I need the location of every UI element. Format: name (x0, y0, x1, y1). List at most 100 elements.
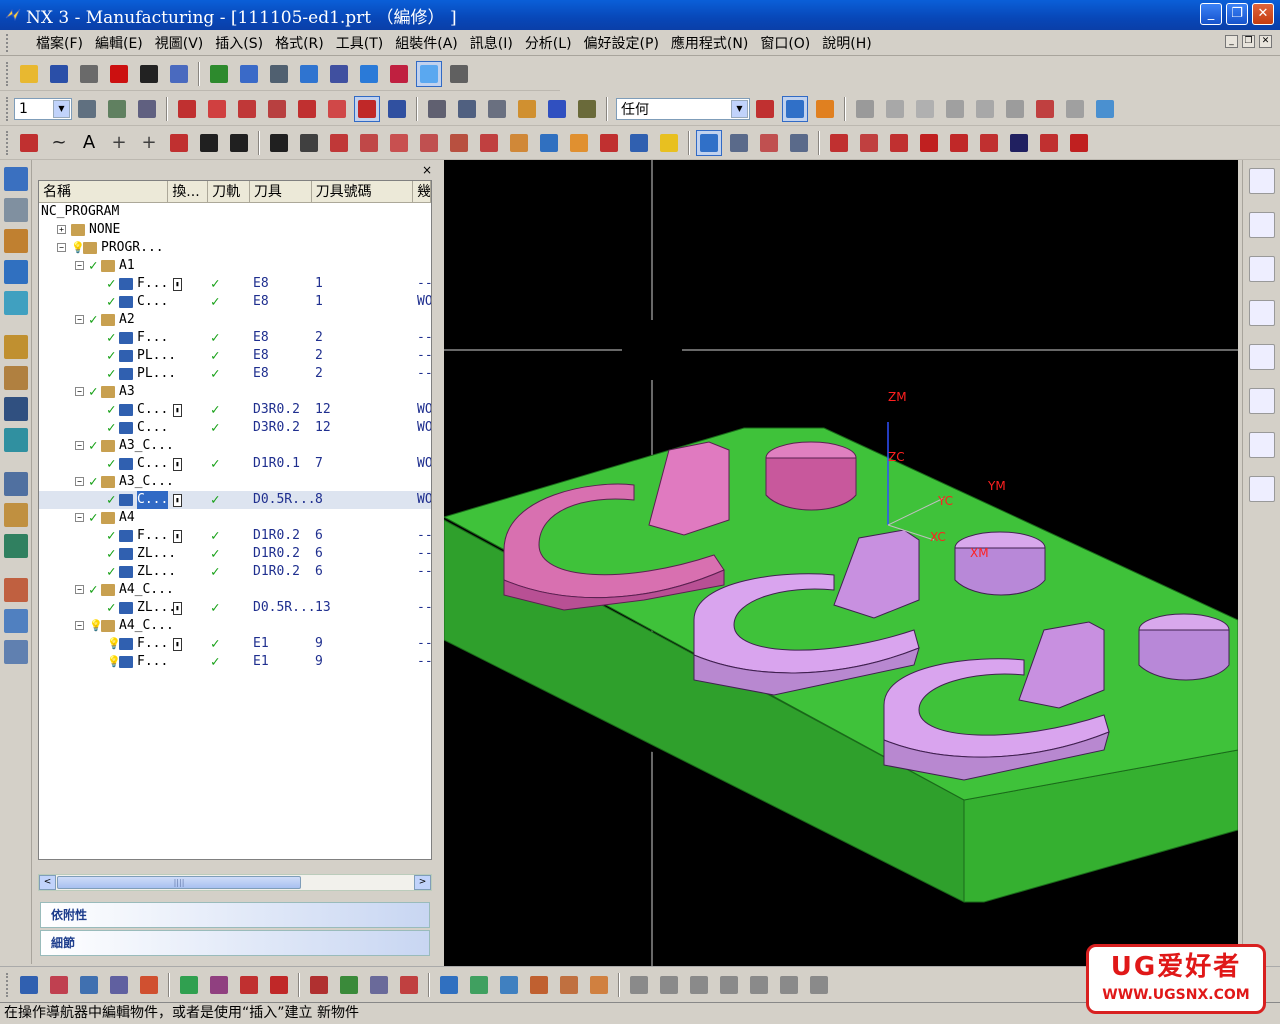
yellow-arrow-button[interactable] (656, 130, 682, 156)
menu-item-9[interactable]: 偏好設定(P) (578, 33, 665, 53)
tree-row[interactable]: − 💡 PROGR... (39, 239, 431, 257)
layer-select[interactable]: 1 ▼ (14, 97, 72, 120)
op-nav-view-icon[interactable] (4, 291, 28, 315)
toolbar-grip[interactable] (6, 61, 10, 86)
part-nav-button[interactable] (424, 96, 450, 122)
sim-button[interactable] (586, 972, 612, 998)
close-button[interactable]: ✕ (1252, 3, 1274, 25)
collapse-icon[interactable]: − (75, 513, 84, 522)
tree-row[interactable]: − ✓ A3_C... (39, 473, 431, 491)
points-button[interactable]: + (136, 130, 162, 156)
arc-button[interactable] (942, 96, 968, 122)
wcs-origin-button[interactable] (174, 96, 200, 122)
curve2-button[interactable] (686, 972, 712, 998)
helix-button[interactable] (296, 130, 322, 156)
mdi-minimize-button[interactable]: _ (1225, 35, 1238, 48)
verify-button[interactable] (236, 972, 262, 998)
rect-button[interactable] (196, 130, 222, 156)
display-object-icon[interactable] (4, 428, 28, 452)
smooth-button[interactable] (1006, 130, 1032, 156)
menu-item-6[interactable]: 組裝件(A) (389, 33, 464, 53)
menu-item-11[interactable]: 窗口(O) (754, 33, 816, 53)
cube-button[interactable] (1092, 96, 1118, 122)
tree-row[interactable]: NC_PROGRAM (39, 203, 431, 221)
point-button[interactable] (882, 96, 908, 122)
menu-item-7[interactable]: 訊息(I) (464, 33, 519, 53)
repeat-button[interactable] (166, 61, 192, 87)
replay-button[interactable] (206, 972, 232, 998)
shop-doc-button[interactable] (306, 972, 332, 998)
selection-filter-select[interactable]: 任何 ▼ (616, 97, 750, 120)
wcs-dynamic-button[interactable] (204, 96, 230, 122)
assy-button[interactable] (454, 96, 480, 122)
split-button[interactable] (726, 130, 752, 156)
create-method-button[interactable] (106, 972, 132, 998)
scroll-left-button[interactable]: < (39, 875, 56, 890)
cross-button[interactable] (716, 972, 742, 998)
history-icon[interactable] (1249, 432, 1275, 458)
copy-layer-button[interactable] (134, 96, 160, 122)
spline-button[interactable]: ~ (46, 130, 72, 156)
grid-button[interactable] (972, 96, 998, 122)
edit-object-icon[interactable] (4, 335, 28, 359)
column-header-geometry[interactable]: 幾 (413, 181, 431, 202)
create-program-button[interactable] (16, 972, 42, 998)
circle2-button[interactable] (776, 972, 802, 998)
create-operation-button[interactable] (136, 972, 162, 998)
wcs-active-button[interactable] (354, 95, 380, 122)
postprocess-button[interactable] (266, 972, 292, 998)
scroll-right-button[interactable]: > (414, 875, 431, 890)
menu-grip[interactable] (6, 33, 12, 52)
chamfer-button[interactable] (976, 130, 1002, 156)
curve-op3-button[interactable] (386, 130, 412, 156)
tree-row[interactable]: ✓ ZL... ✓ D1R0.2 6 --- (39, 545, 431, 563)
menu-item-10[interactable]: 應用程式(N) (665, 33, 754, 53)
curve-op1-button[interactable] (326, 130, 352, 156)
delete-button[interactable] (106, 61, 132, 87)
fillet-button[interactable] (166, 130, 192, 156)
expand-icon[interactable]: + (57, 225, 66, 234)
menu-item-5[interactable]: 工具(T) (330, 33, 389, 53)
create-tool-button[interactable] (46, 972, 72, 998)
graphics-window[interactable]: ZM ZC YC YM XC XM (444, 160, 1238, 966)
length-button[interactable] (826, 130, 852, 156)
render-button[interactable] (386, 61, 412, 87)
menu-item-1[interactable]: 編輯(E) (89, 33, 149, 53)
edit-curve-button[interactable] (786, 130, 812, 156)
offset-button[interactable] (476, 130, 502, 156)
shaded-button[interactable] (296, 61, 322, 87)
scroll-thumb[interactable]: |||| (57, 876, 301, 889)
move-layer-button[interactable] (104, 96, 130, 122)
combine-button[interactable] (566, 130, 592, 156)
tree-row[interactable]: ✓ F... ▮ ✓ E8 1 --- (39, 275, 431, 293)
op-nav-machine-icon[interactable] (4, 198, 28, 222)
curve-op2-button[interactable] (356, 130, 382, 156)
tree-row[interactable]: ✓ C... ▮ ✓ D3R0.2 12 WO (39, 401, 431, 419)
tree-row[interactable]: ✓ C... ▮ ✓ D0.5R... 8 WO (39, 491, 431, 509)
mirror-button[interactable] (596, 130, 622, 156)
assign-feed-icon[interactable] (4, 578, 28, 602)
column-header-path[interactable]: 刀軌 (208, 181, 250, 202)
toolbar-grip[interactable] (6, 96, 10, 121)
hat-button[interactable] (446, 61, 472, 87)
tree-row[interactable]: ✓ C... ✓ D3R0.2 12 WO (39, 419, 431, 437)
maximize-button[interactable]: ❐ (1226, 3, 1248, 25)
text-button[interactable]: A (76, 130, 102, 156)
library-button[interactable] (466, 972, 492, 998)
trim-corner-button[interactable] (886, 130, 912, 156)
curve-op5-button[interactable] (446, 130, 472, 156)
layer-button[interactable] (74, 96, 100, 122)
mdi-restore-button[interactable]: ❐ (1242, 35, 1255, 48)
view-cube-button[interactable] (356, 61, 382, 87)
tree-row[interactable]: ✓ C... ✓ E8 1 WO (39, 293, 431, 311)
collapse-icon[interactable]: − (75, 261, 84, 270)
wireframe-button[interactable] (326, 61, 352, 87)
point-tool-button[interactable] (16, 130, 42, 156)
refresh-button[interactable] (206, 61, 232, 87)
constraint-nav-icon[interactable] (1249, 212, 1275, 238)
list-ops-icon[interactable] (4, 609, 28, 633)
wcs-orient-button[interactable] (264, 96, 290, 122)
open-button[interactable] (16, 61, 42, 87)
ellipse-button[interactable] (266, 130, 292, 156)
edit-display-button[interactable] (366, 972, 392, 998)
